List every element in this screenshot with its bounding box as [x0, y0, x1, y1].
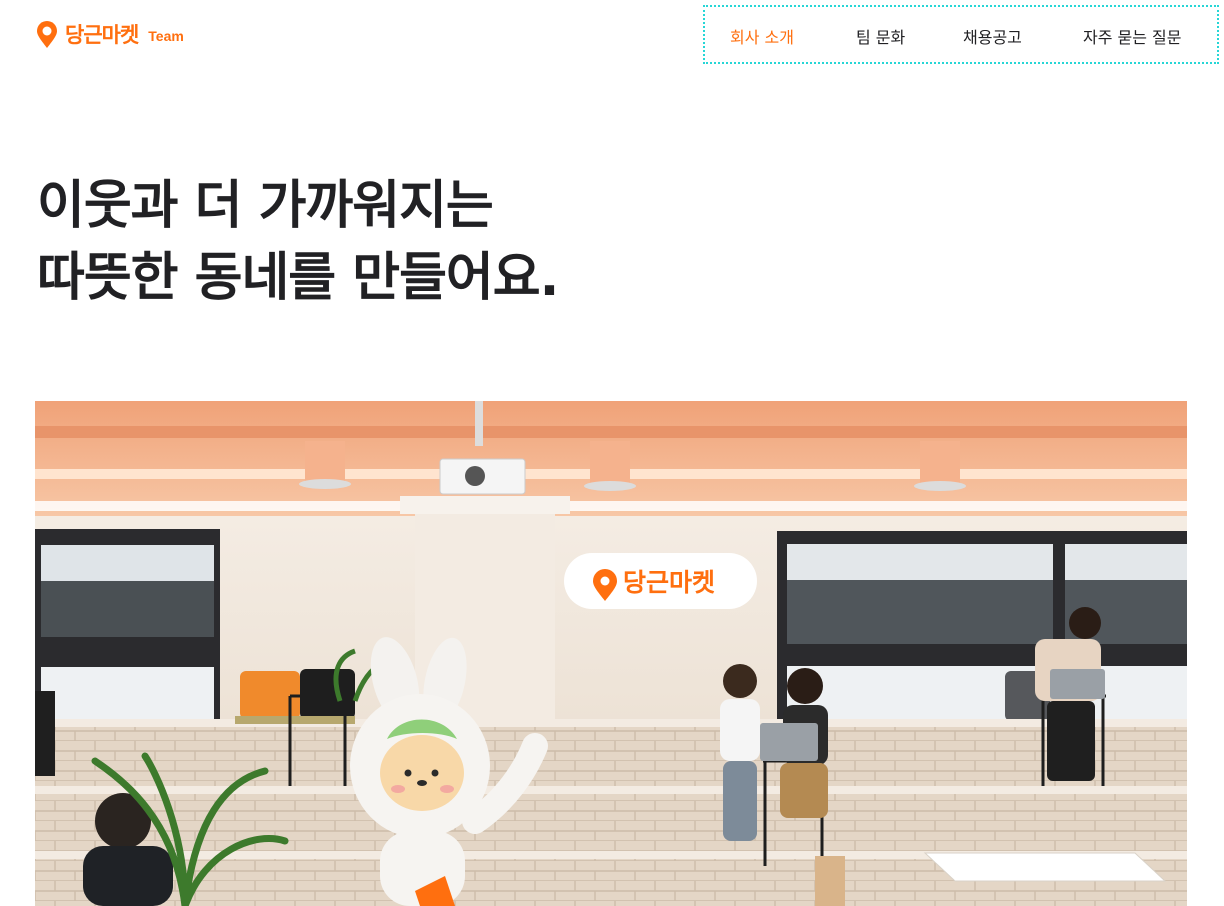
hero-headline-line2: 따뜻한 동네를 만들어요.	[37, 248, 559, 308]
logo-sub-text: Team	[148, 28, 184, 44]
hero-headline: 이웃과 더 가까워지는 따뜻한 동네를 만들어요.	[37, 170, 559, 314]
logo-link[interactable]: 당근마켓 Team	[35, 18, 184, 50]
logo-brand-text: 당근마켓	[65, 23, 139, 47]
nav-item-company[interactable]: 회사 소개	[730, 24, 794, 48]
hero-headline-line1: 이웃과 더 가까워지는	[37, 176, 494, 236]
nav-item-culture[interactable]: 팀 문화	[856, 24, 905, 48]
carrot-pin-icon	[35, 19, 59, 49]
nav-item-faq[interactable]: 자주 묻는 질문	[1083, 24, 1182, 48]
main-nav: 회사 소개 팀 문화 채용공고 자주 묻는 질문	[703, 5, 1219, 64]
nav-item-jobs[interactable]: 채용공고	[963, 24, 1022, 48]
office-photo: 당근마켓	[35, 401, 1187, 906]
office-sign-text: 당근마켓	[623, 568, 715, 597]
